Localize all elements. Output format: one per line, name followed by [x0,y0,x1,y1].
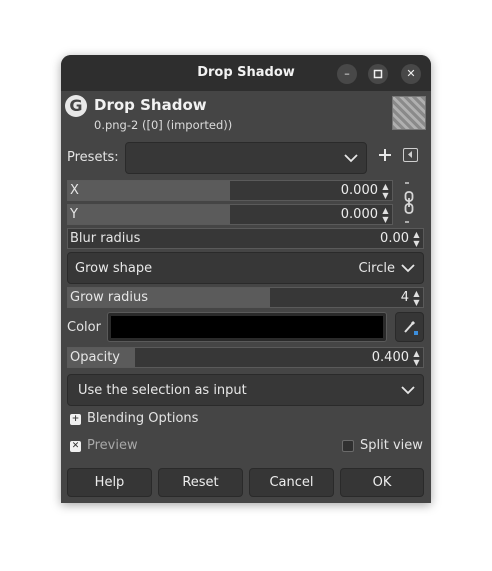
color-label: Color [67,320,101,335]
blur-radius-value: 0.00 [380,231,409,246]
dialog-heading: Drop Shadow [94,96,207,114]
drop-shadow-dialog: Drop Shadow – ✕ G Drop Shadow 0.png-2 ([… [61,55,431,503]
grow-radius-spin-icon[interactable]: ▲ ▼ [412,289,421,307]
color-button[interactable] [107,312,387,342]
preview-checkbox[interactable]: ✕ [70,441,81,452]
input-mode-value: Use the selection as input [78,383,247,398]
x-offset-field[interactable]: X 0.000 ▲ ▼ [67,180,393,201]
cancel-button[interactable]: Cancel [249,468,334,497]
image-name: 0.png-2 ([0] (imported)) [94,118,233,132]
maximize-icon[interactable] [368,64,388,84]
reset-button[interactable]: Reset [158,468,243,497]
add-preset-icon[interactable] [377,147,393,163]
color-picker-button[interactable] [395,312,424,342]
x-offset-spin-icon[interactable]: ▲ ▼ [381,182,390,200]
chevron-down-icon [344,154,358,163]
eyedropper-icon [404,320,418,335]
blending-options-expander[interactable]: Blending Options [87,411,198,426]
grow-radius-field[interactable]: Grow radius 4 ▲ ▼ [67,287,424,308]
y-offset-label: Y [70,207,78,222]
grow-shape-label: Grow shape [75,261,153,276]
y-offset-field[interactable]: Y 0.000 ▲ ▼ [67,204,393,225]
blur-radius-label: Blur radius [70,231,141,246]
grow-shape-combo[interactable]: Grow shape Circle [67,252,424,284]
presets-combo[interactable] [125,142,367,174]
image-thumbnail [392,96,426,130]
ok-button[interactable]: OK [340,468,424,497]
split-view-checkbox[interactable] [342,440,354,452]
x-offset-label: X [70,183,79,198]
opacity-field[interactable]: Opacity 0.400 ▲ ▼ [67,347,424,368]
grow-shape-value: Circle [358,261,395,276]
input-mode-combo[interactable]: Use the selection as input [67,374,424,406]
minimize-icon[interactable]: – [337,64,357,84]
titlebar[interactable]: Drop Shadow – ✕ [61,55,431,91]
grow-radius-label: Grow radius [70,290,149,305]
preview-label: Preview [87,438,138,453]
chevron-down-icon [401,386,415,395]
opacity-spin-icon[interactable]: ▲ ▼ [412,349,421,367]
expand-plus-icon[interactable]: + [70,414,81,425]
y-offset-spin-icon[interactable]: ▲ ▼ [381,206,390,224]
y-offset-fill [68,205,230,224]
y-offset-value: 0.000 [340,207,378,222]
x-offset-value: 0.000 [340,183,378,198]
gimp-logo-icon: G [65,95,87,117]
opacity-value: 0.400 [371,350,409,365]
chain-link-icon[interactable] [401,180,417,225]
opacity-label: Opacity [70,350,121,365]
presets-label: Presets: [67,150,119,165]
close-icon[interactable]: ✕ [401,64,421,84]
blur-radius-spin-icon[interactable]: ▲ ▼ [412,230,421,248]
x-offset-fill [68,181,230,200]
preset-menu-icon[interactable] [403,148,418,162]
color-swatch [111,316,383,338]
grow-radius-value: 4 [400,290,409,305]
help-button[interactable]: Help [67,468,152,497]
split-view-label: Split view [360,438,423,453]
chevron-down-icon [401,264,415,273]
blur-radius-field[interactable]: Blur radius 0.00 ▲ ▼ [67,228,424,249]
